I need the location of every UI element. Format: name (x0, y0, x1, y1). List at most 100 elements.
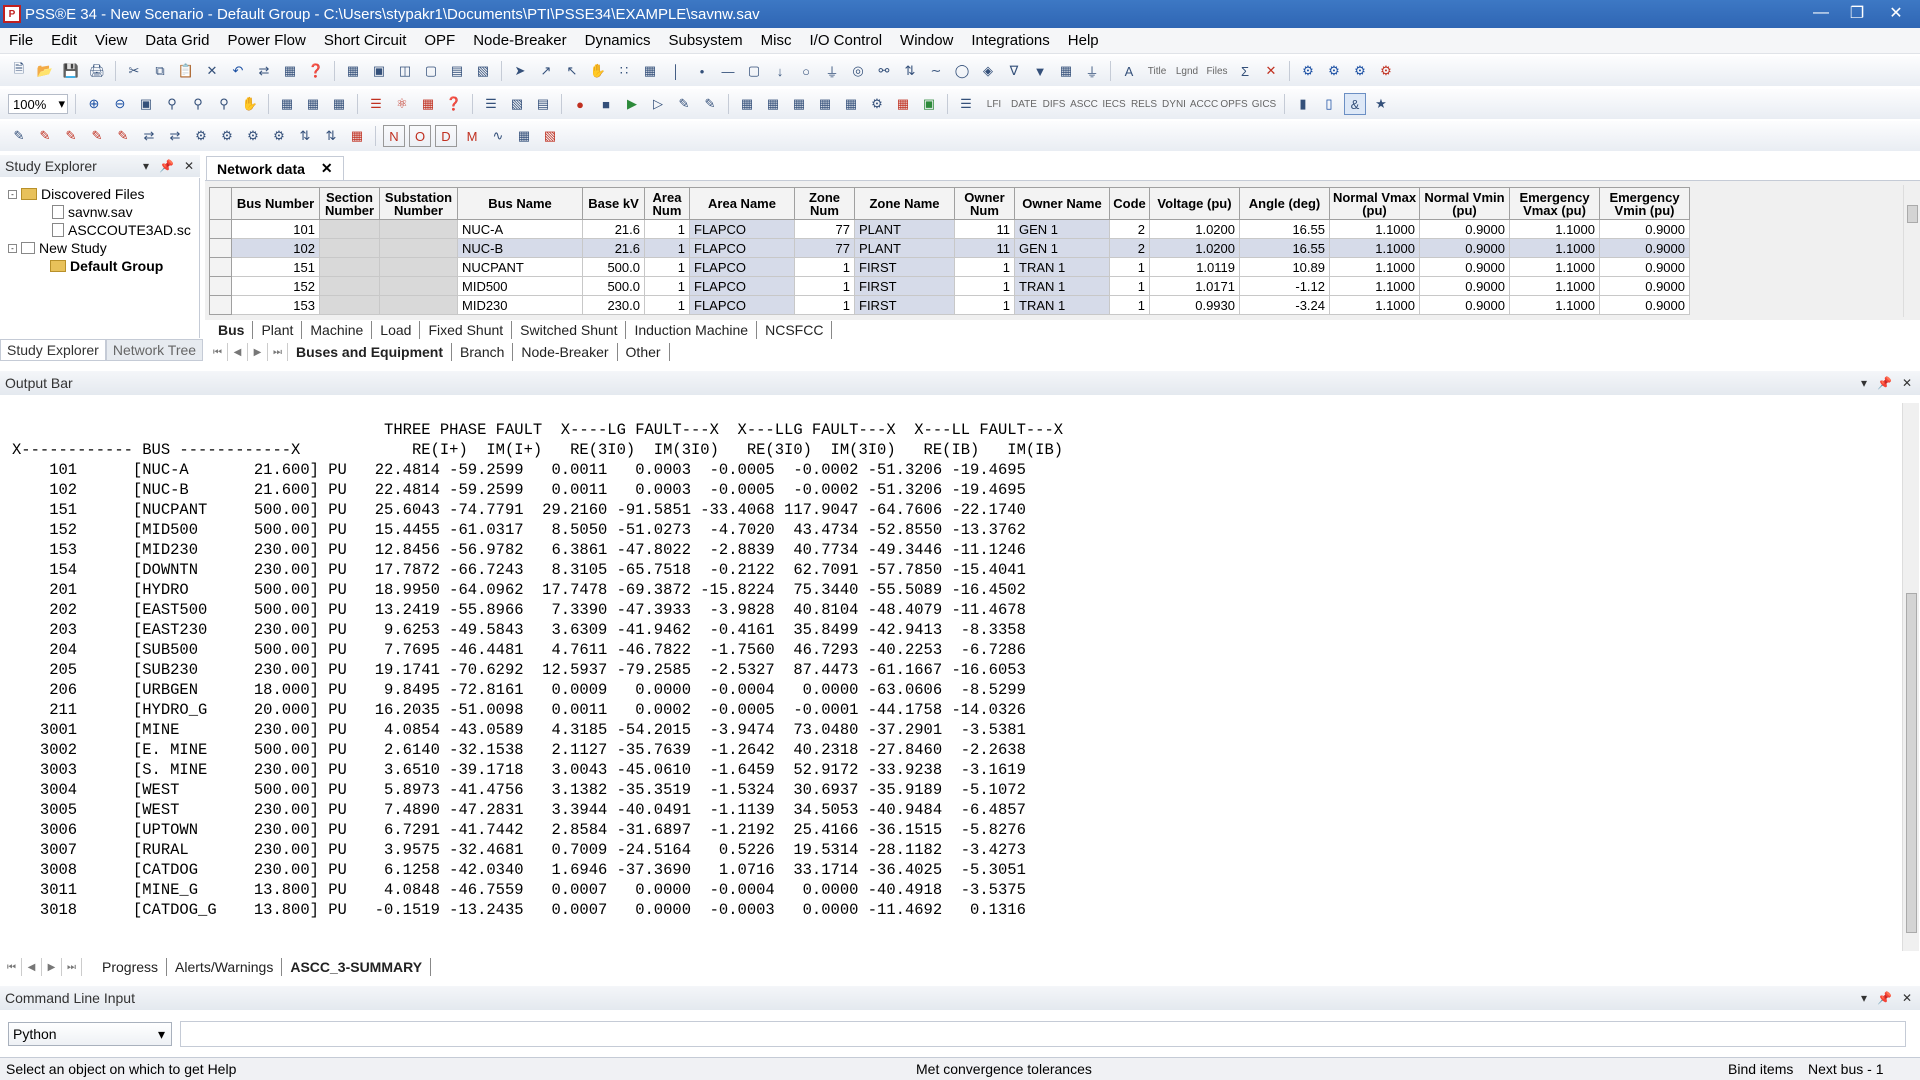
next-tab-icon[interactable]: ▶ (42, 958, 62, 976)
draw-line-icon[interactable]: ↗ (535, 60, 557, 82)
tab-progress[interactable]: Progress (94, 958, 168, 976)
column-header[interactable]: Area Name (689, 187, 795, 220)
edit-a-icon[interactable]: ✎ (8, 125, 30, 147)
menu-view[interactable]: View (86, 28, 136, 54)
iecs-button[interactable]: IECS (1101, 93, 1127, 115)
table-cell[interactable]: 0.9930 (1149, 295, 1240, 315)
status-next-bus[interactable]: Next bus - 1 (1808, 1061, 1883, 1077)
tab-network-data[interactable]: Network data ✕ (206, 156, 344, 180)
data-icon[interactable]: ▦ (736, 93, 758, 115)
table-row[interactable]: 151 NUCPANT 500.0 1 FLAPCO 1 FIRST 1 TRAN 1 1 1.01… (209, 257, 1690, 277)
close-icon[interactable]: ✕ (1902, 991, 1912, 1005)
first-tab-icon[interactable]: ⏮ (2, 958, 22, 976)
table-cell[interactable]: 152 (231, 276, 320, 296)
zoom-prev-icon[interactable]: ⚲ (187, 93, 209, 115)
diagram-b-icon[interactable]: ▦ (302, 93, 324, 115)
question-icon[interactable]: ❓ (443, 93, 465, 115)
table-cell[interactable]: 1.1000 (1509, 219, 1600, 239)
table-cell[interactable]: FLAPCO (689, 219, 795, 239)
table-cell[interactable]: TRAN 1 (1014, 276, 1110, 296)
table-cell[interactable]: 0.9000 (1419, 219, 1510, 239)
table-row[interactable]: 152 MID500 500.0 1 FLAPCO 1 FIRST 1 TRAN 1 1 1.017… (209, 276, 1690, 296)
ground-icon[interactable]: ⏚ (1081, 60, 1103, 82)
open-file-icon[interactable]: 📂 (34, 60, 56, 82)
menu-edit[interactable]: Edit (42, 28, 86, 54)
table-cell[interactable]: 1.0119 (1149, 257, 1240, 277)
table-cell[interactable]: 230.0 (582, 295, 645, 315)
table-cell[interactable]: FIRST (854, 276, 955, 296)
gics-button[interactable]: GICS (1251, 93, 1277, 115)
menu-opf[interactable]: OPF (415, 28, 464, 54)
table-cell[interactable]: 21.6 (582, 238, 645, 258)
pointer-icon[interactable]: ↖ (561, 60, 583, 82)
chevron-down-icon[interactable]: ▾ (1861, 991, 1867, 1005)
column-header[interactable]: Zone Num (794, 187, 855, 220)
edit-l-icon[interactable]: ⇅ (294, 125, 316, 147)
table-cell[interactable] (379, 219, 458, 239)
table-cell[interactable]: 1.1000 (1509, 295, 1600, 315)
table-cell[interactable]: 11 (954, 219, 1015, 239)
table-cell[interactable]: 0.9000 (1599, 257, 1690, 277)
column-header[interactable]: Normal Vmin (pu) (1419, 187, 1510, 220)
tab-buses-and-equipment[interactable]: Buses and Equipment (288, 343, 453, 361)
tab-ncsfcc[interactable]: NCSFCC (757, 321, 833, 339)
table-cell[interactable]: 1.1000 (1329, 219, 1420, 239)
table-cell[interactable]: 1 (1109, 295, 1150, 315)
column-header[interactable]: Substation Number (379, 187, 458, 220)
table-cell[interactable]: 0.9000 (1419, 276, 1510, 296)
record-icon[interactable]: ● (569, 93, 591, 115)
table-cell[interactable]: 0.9000 (1599, 276, 1690, 296)
table-cell[interactable]: GEN 1 (1014, 219, 1110, 239)
table-cell[interactable] (319, 295, 380, 315)
last-tab-icon[interactable]: ⏭ (62, 958, 82, 976)
table-cell[interactable]: NUC-B (457, 238, 583, 258)
zoom-select[interactable]: 100% ▾ (8, 94, 68, 114)
table-cell[interactable]: 1.0200 (1149, 238, 1240, 258)
tab-network-tree[interactable]: Network Tree (105, 339, 204, 361)
chevron-down-icon[interactable]: ▾ (143, 159, 149, 173)
table-cell[interactable]: FLAPCO (689, 276, 795, 296)
zoom-in-icon[interactable]: ⊕ (83, 93, 105, 115)
table-cell[interactable]: 1.1000 (1509, 276, 1600, 296)
status-bind-items[interactable]: Bind items (1728, 1061, 1793, 1077)
edit-h-icon[interactable]: ⚙ (190, 125, 212, 147)
table-cell[interactable]: 153 (231, 295, 320, 315)
d-icon[interactable]: D (435, 125, 457, 147)
menu-subsystem[interactable]: Subsystem (659, 28, 751, 54)
table-cell[interactable]: 1.1000 (1509, 257, 1600, 277)
table-cell[interactable] (379, 238, 458, 258)
row-header[interactable] (209, 276, 232, 296)
tool-3-icon[interactable]: ⚙ (1349, 60, 1371, 82)
chevron-down-icon[interactable]: ▾ (1861, 376, 1867, 390)
table-cell[interactable]: 2 (1109, 219, 1150, 239)
grid-view-icon[interactable]: ▦ (342, 60, 364, 82)
table-cell[interactable]: -3.24 (1239, 295, 1330, 315)
link-icon[interactable]: ⇄ (253, 60, 275, 82)
close-icon[interactable]: ✕ (184, 159, 194, 173)
table-cell[interactable]: -1.12 (1239, 276, 1330, 296)
edit-n-icon[interactable]: ▦ (346, 125, 368, 147)
table-cell[interactable]: 16.55 (1239, 219, 1330, 239)
column-header[interactable]: Code (1109, 187, 1150, 220)
row-header[interactable] (209, 238, 232, 258)
triangle-icon[interactable]: ▼ (1029, 60, 1051, 82)
edit-m-icon[interactable]: ⇅ (320, 125, 342, 147)
table-cell[interactable]: 500.0 (582, 276, 645, 296)
report-icon[interactable]: ▤ (532, 93, 554, 115)
command-line-input[interactable] (180, 1021, 1906, 1047)
transformer-icon[interactable]: ◎ (847, 60, 869, 82)
close-icon[interactable]: ✕ (321, 160, 333, 177)
menu-integrations[interactable]: Integrations (962, 28, 1058, 54)
save-icon[interactable]: 💾 (60, 60, 82, 82)
fact-icon[interactable]: ∼ (925, 60, 947, 82)
pin-icon[interactable]: 📌 (159, 159, 174, 173)
table-cell[interactable]: 0.9000 (1599, 238, 1690, 258)
select-arrow-icon[interactable]: ➤ (509, 60, 531, 82)
column-header[interactable]: Area Num (644, 187, 690, 220)
calc-l-icon[interactable]: ▦ (814, 93, 836, 115)
table-cell[interactable] (379, 257, 458, 277)
ascc-button[interactable]: ASCC (1070, 93, 1098, 115)
transformer3-icon[interactable]: ⚯ (873, 60, 895, 82)
date-button[interactable]: DATE (1011, 93, 1037, 115)
phone-icon[interactable]: ▯ (1318, 93, 1340, 115)
